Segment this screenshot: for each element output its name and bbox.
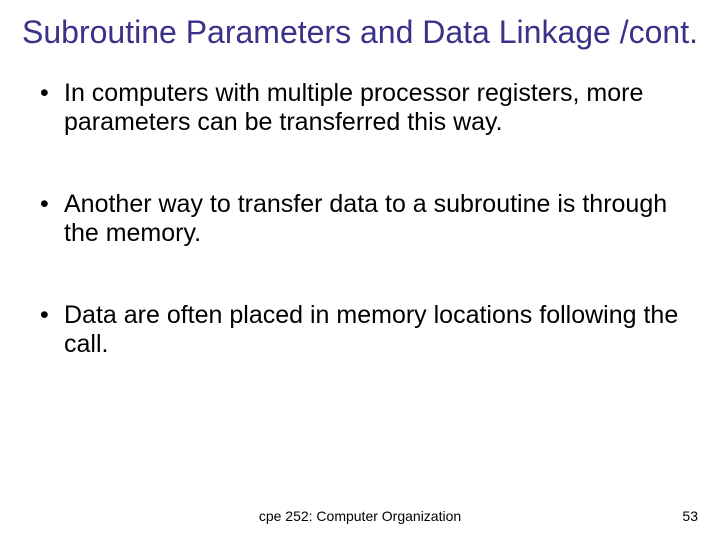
bullet-item: Data are often placed in memory location… <box>34 301 686 360</box>
slide: Subroutine Parameters and Data Linkage /… <box>0 0 720 540</box>
footer-page-number: 53 <box>682 508 698 524</box>
bullet-list: In computers with multiple processor reg… <box>34 79 686 360</box>
bullet-item: In computers with multiple processor reg… <box>34 79 686 138</box>
slide-title: Subroutine Parameters and Data Linkage /… <box>0 0 720 51</box>
bullet-item: Another way to transfer data to a subrou… <box>34 190 686 249</box>
footer-course: cpe 252: Computer Organization <box>0 508 720 524</box>
slide-body: In computers with multiple processor reg… <box>0 51 720 360</box>
